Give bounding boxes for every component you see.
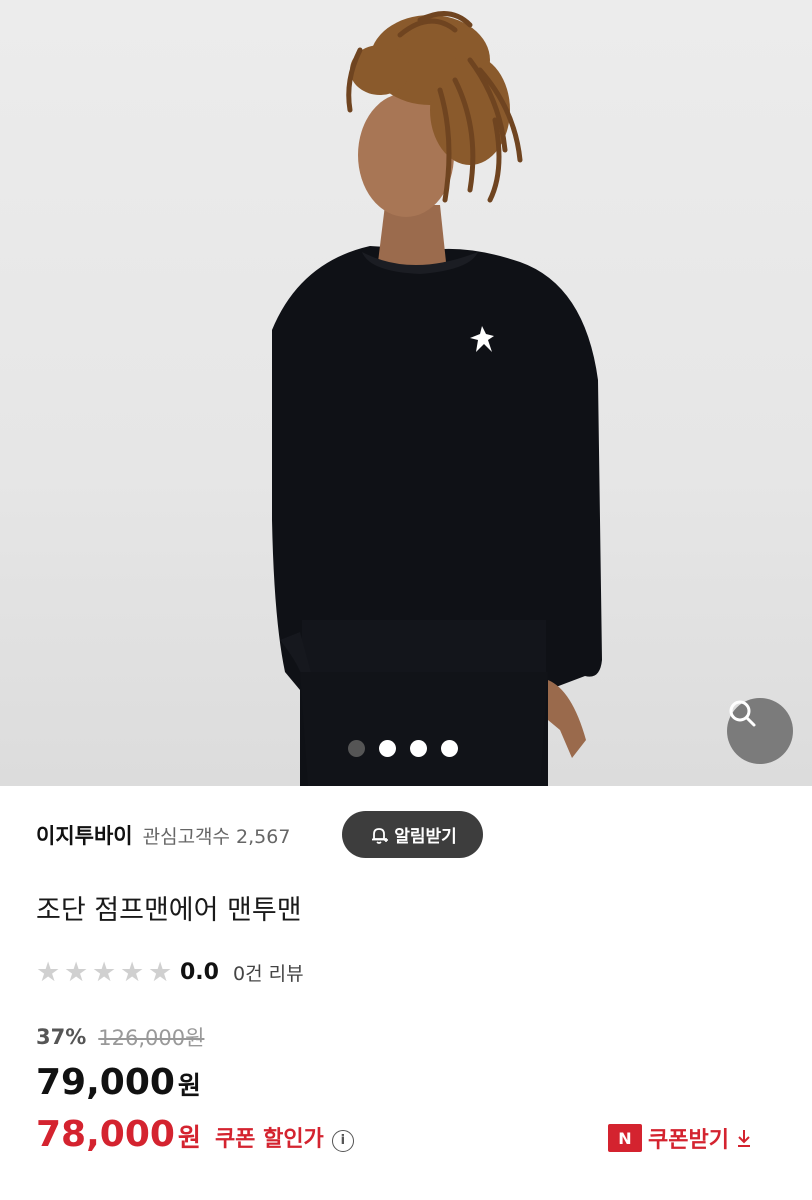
gallery-dot[interactable]: [410, 740, 427, 757]
rating-stars: ★ ★ ★ ★ ★: [36, 959, 176, 986]
coupon-download-label: 쿠폰받기: [648, 1128, 729, 1153]
coupon-price-unit: 원: [177, 1123, 201, 1152]
coupon-download-button[interactable]: N 쿠폰받기: [608, 1122, 753, 1154]
bell-plus-icon: [372, 827, 389, 844]
sale-price: 79,000: [36, 1062, 175, 1103]
product-photo: [272, 11, 602, 786]
naver-n-icon: N: [608, 1124, 642, 1152]
sale-price-row: 79,000 원: [36, 1062, 201, 1103]
star-icon: ★: [120, 956, 145, 988]
original-price: 126,000원: [98, 1026, 205, 1050]
store-name[interactable]: 이지투바이: [36, 820, 133, 850]
star-icon: ★: [36, 956, 61, 988]
alarm-button[interactable]: 알림받기: [342, 811, 483, 858]
gallery-dot[interactable]: [348, 740, 365, 757]
store-info: 이지투바이 관심고객수 2,567: [36, 812, 290, 858]
zoom-button[interactable]: [727, 698, 793, 764]
rating-row[interactable]: ★ ★ ★ ★ ★ 0.0 0건 리뷰: [36, 955, 304, 989]
star-icon: ★: [148, 956, 173, 988]
product-image-gallery[interactable]: [0, 0, 812, 786]
coupon-price: 78,000: [36, 1114, 175, 1155]
download-icon: [737, 1130, 750, 1147]
info-icon[interactable]: i: [331, 1129, 354, 1152]
gallery-dot[interactable]: [379, 740, 396, 757]
gallery-dot[interactable]: [441, 740, 458, 757]
sale-price-unit: 원: [177, 1071, 201, 1100]
product-title: 조단 점프맨에어 맨투맨: [36, 895, 302, 926]
favorite-count: 관심고객수 2,567: [142, 825, 291, 848]
rating-score: 0.0: [180, 959, 219, 985]
magnifier-icon: [729, 700, 756, 727]
discount-row: 37% 126,000원: [36, 1020, 204, 1054]
review-count[interactable]: 0건 리뷰: [233, 959, 304, 986]
alarm-button-label: 알림받기: [394, 827, 457, 847]
coupon-price-label: 쿠폰 할인가: [214, 1127, 324, 1152]
star-icon: ★: [92, 956, 117, 988]
discount-percent: 37%: [36, 1025, 87, 1049]
gallery-pagination[interactable]: [348, 740, 458, 757]
star-icon: ★: [64, 956, 89, 988]
